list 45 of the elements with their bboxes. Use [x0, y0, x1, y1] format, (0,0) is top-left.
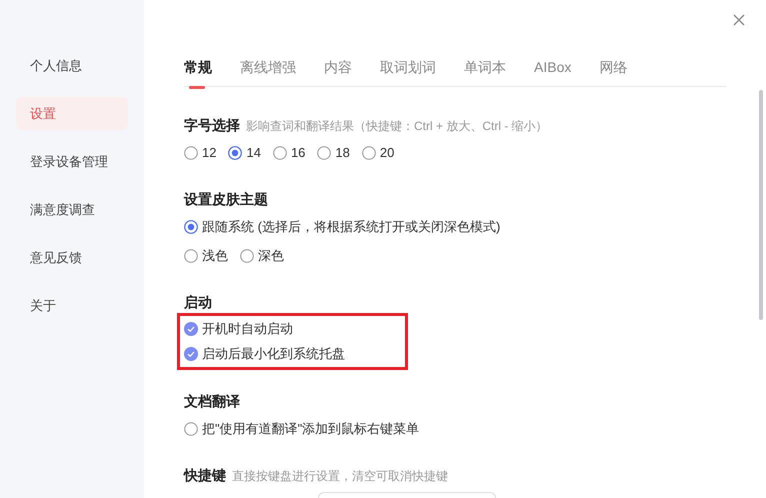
option-label: 14 [246, 144, 261, 162]
sidebar-item[interactable]: 登录设备管理 [16, 145, 128, 178]
option-label: 浅色 [202, 247, 228, 266]
tab[interactable]: 内容 [324, 56, 352, 87]
tab[interactable]: 取词划词 [380, 56, 436, 87]
sidebar-item[interactable]: 满意度调查 [16, 193, 128, 226]
option-label: 20 [380, 144, 394, 162]
section-title: 设置皮肤主题 [184, 190, 268, 209]
tab[interactable]: 离线增强 [240, 56, 296, 87]
option-label: 跟随系统 (选择后，将根据系统打开或关闭深色模式) [202, 218, 500, 236]
radio-button[interactable] [272, 146, 287, 160]
option-label: 把"使用有道翻译"添加到鼠标右键菜单 [202, 420, 420, 438]
radio-button[interactable] [240, 249, 254, 263]
radio-button[interactable] [228, 146, 242, 160]
sidebar-item[interactable]: 设置 [16, 97, 128, 130]
close-icon[interactable] [733, 14, 745, 26]
tab[interactable]: 网络 [599, 56, 628, 87]
section-title: 启动 [184, 293, 212, 312]
section-hint: 影响查词和翻译结果（快捷键：Ctrl + 放大、Ctrl - 缩小） [246, 118, 548, 135]
tab[interactable]: AIBox [534, 56, 572, 87]
sidebar-item[interactable]: 意见反馈 [16, 241, 128, 274]
option-label: 开机时自动启动 [202, 320, 293, 338]
tab[interactable]: 常规 [184, 56, 212, 87]
section-title: 文档翻译 [184, 392, 240, 411]
radio-button[interactable] [184, 249, 198, 263]
scrollbar[interactable] [759, 90, 763, 320]
option-label: 18 [335, 144, 350, 162]
section-title: 字号选择 [184, 116, 240, 135]
radio-button[interactable] [184, 422, 198, 436]
option-label: 深色 [258, 247, 284, 266]
section-title: 快捷键 [184, 466, 226, 485]
radio-button[interactable] [184, 146, 198, 160]
radio-button[interactable] [362, 146, 376, 160]
option-label: 12 [202, 144, 216, 162]
option-label: 16 [290, 144, 306, 162]
radio-button[interactable] [317, 146, 332, 160]
checkbox[interactable] [184, 322, 198, 336]
sidebar-item[interactable]: 个人信息 [16, 49, 128, 82]
sidebar-item[interactable]: 关于 [16, 289, 128, 322]
radio-button[interactable] [184, 220, 198, 234]
tab[interactable]: 单词本 [464, 56, 506, 87]
shortcut-field[interactable] [318, 492, 496, 498]
section-hint: 直接按键盘进行设置，清空可取消快捷键 [232, 468, 448, 485]
checkbox[interactable] [184, 347, 198, 361]
option-label: 启动后最小化到系统托盘 [202, 345, 345, 364]
